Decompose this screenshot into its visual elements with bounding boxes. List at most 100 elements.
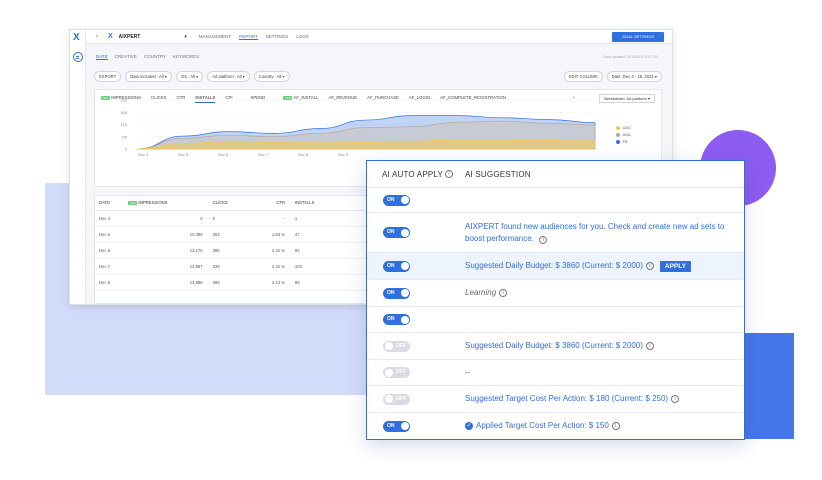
filter-bar: EXPORT Data included : All ▾ OS : All ▾ … bbox=[94, 70, 662, 82]
data-included-filter[interactable]: Data included : All ▾ bbox=[125, 70, 172, 82]
table-row: Dec 613,1753652.32 %92HK$ 13.09 bbox=[95, 242, 395, 259]
table-cell: 2.32 % bbox=[245, 242, 291, 259]
info-icon[interactable]: i bbox=[539, 235, 548, 244]
tab-creative[interactable]: CREATIVE bbox=[115, 54, 137, 60]
suggestion-text: -- bbox=[465, 367, 471, 377]
auto-apply-toggle[interactable]: OFF bbox=[383, 340, 410, 352]
tab-country[interactable]: COUNTRY bbox=[144, 54, 166, 60]
ai-suggestion-header: AI SUGGESTION bbox=[465, 169, 531, 179]
table-row: Dec 510,3892631.93 %47HK$ 16.65 bbox=[95, 226, 395, 243]
auto-apply-toggle[interactable]: OFF bbox=[383, 367, 410, 378]
chart-legend: UAC ASA FB bbox=[615, 124, 631, 145]
metric-tab-cpi[interactable]: CPI bbox=[225, 95, 232, 103]
table-cell: 103 bbox=[290, 258, 337, 275]
ai-row-5: ON bbox=[367, 307, 744, 333]
country-filter[interactable]: Country : All ▾ bbox=[253, 70, 290, 82]
nav-management[interactable]: MANAGEMENT bbox=[199, 34, 231, 40]
suggestion-text: Learning i bbox=[465, 287, 744, 299]
nav-report[interactable]: REPORT bbox=[239, 34, 258, 40]
tab-date[interactable]: DATE bbox=[96, 54, 108, 60]
metric-tab-clicks[interactable]: CLICKS bbox=[151, 95, 167, 103]
info-icon[interactable]: i bbox=[645, 342, 654, 350]
auto-apply-toggle[interactable]: ON bbox=[383, 194, 410, 206]
legend-item-asa: ASA bbox=[615, 131, 631, 138]
col-date[interactable]: DATE bbox=[95, 196, 125, 211]
metric-tab-af-purchase[interactable]: AF_PURCHASE bbox=[367, 95, 399, 103]
left-rail: X bbox=[70, 30, 86, 304]
table-cell: Dec 8 bbox=[95, 274, 125, 291]
ai-row-8: OFF Suggested Target Cost Per Action: $ … bbox=[367, 386, 744, 413]
x-tick-label: Dec 7 bbox=[258, 152, 269, 157]
col-installs[interactable]: INSTALLS bbox=[290, 196, 337, 211]
nav-logs[interactable]: LOGS bbox=[296, 34, 309, 40]
account-dropdown-caret-icon[interactable]: ▾ bbox=[184, 34, 187, 40]
edit-column-button[interactable]: EDIT COLUMN bbox=[563, 70, 603, 82]
metric-tab-impressions[interactable]: AVG IMPRESSIONS bbox=[101, 95, 141, 103]
ad-platform-filter[interactable]: Ad platform : All ▾ bbox=[207, 70, 250, 82]
table-cell: 2.32 % bbox=[245, 258, 291, 275]
info-icon[interactable]: i bbox=[611, 422, 620, 430]
date-range-picker[interactable]: Date: Dec 4 - 15, 2021 ▾ bbox=[606, 70, 662, 82]
metric-tab-af-install[interactable]: AVG AF_INSTALL bbox=[283, 95, 318, 103]
goal-settings-button[interactable]: GOAL SETTINGS bbox=[611, 32, 664, 42]
os-filter[interactable]: OS : All ▾ bbox=[175, 70, 204, 82]
metric-tab-spend[interactable]: SPEND bbox=[251, 95, 266, 103]
table-cell: 339 bbox=[208, 258, 246, 275]
suggestion-text: Suggested Target Cost Per Action: $ 180 … bbox=[465, 393, 744, 405]
col-ctr[interactable]: CTR bbox=[245, 196, 291, 211]
info-icon[interactable]: i bbox=[645, 262, 654, 270]
nav-settings[interactable]: SETTINGS bbox=[266, 34, 289, 40]
table-row: Dec 813,5862892.13 %89HK$ 10.58 bbox=[95, 274, 395, 291]
auto-apply-toggle[interactable]: ON bbox=[383, 227, 410, 238]
table-cell: 1 bbox=[290, 210, 337, 227]
table-cell: 263 bbox=[208, 226, 246, 243]
table-cell: - bbox=[245, 210, 291, 227]
suggestion-text: ✓ Applied Target Cost Per Action: $ 150 i bbox=[465, 420, 744, 432]
info-icon[interactable]: i bbox=[499, 289, 508, 297]
report-table: DATE AVG IMPRESSIONS CLICKS CTR INSTALLS … bbox=[95, 196, 395, 291]
metric-tab-ctr[interactable]: CTR bbox=[177, 95, 186, 103]
info-icon[interactable]: i bbox=[445, 170, 453, 178]
metric-tab-af-revenue[interactable]: AF_REVENUE bbox=[328, 95, 357, 103]
ai-panel-header: AI AUTO APPLY i AI SUGGESTION bbox=[367, 161, 744, 188]
ai-row-6: OFF Suggested Daily Budget: $ 3860 (Curr… bbox=[367, 333, 744, 360]
col-clicks[interactable]: CLICKS bbox=[208, 196, 246, 211]
y-tick-label: 165 bbox=[120, 110, 127, 115]
metric-tab-af-complete-registration[interactable]: AF_COMPLETE_REGISTRATION bbox=[440, 95, 506, 103]
breakdown-dropdown[interactable]: Breakdown: Ad platform ▾ bbox=[599, 94, 655, 103]
table-cell: 13,175 bbox=[124, 242, 209, 259]
brand-x-icon: X bbox=[108, 33, 113, 40]
auto-apply-toggle[interactable]: ON bbox=[383, 287, 410, 299]
logo-x-icon[interactable]: X bbox=[73, 32, 80, 43]
top-bar: ‹ X AIXPERT ▾ MANAGEMENT REPORT SETTINGS… bbox=[86, 30, 672, 44]
ai-row-1: ON bbox=[367, 188, 744, 213]
x-tick-label: Dec 5 bbox=[178, 152, 189, 157]
report-subtabs: DATE CREATIVE COUNTRY KEYWORDS bbox=[96, 54, 199, 60]
metric-tab-af-login[interactable]: AF_LOGIN bbox=[409, 95, 430, 103]
ai-row-4: ON Learning i bbox=[367, 280, 744, 307]
table-cell: Dec 6 bbox=[95, 242, 125, 259]
auto-apply-toggle[interactable]: ON bbox=[383, 314, 410, 325]
info-icon[interactable]: i bbox=[671, 395, 680, 403]
col-impressions[interactable]: AVG IMPRESSIONS bbox=[124, 196, 209, 211]
tab-keywords[interactable]: KEYWORDS bbox=[173, 54, 199, 60]
auto-apply-toggle[interactable]: ON bbox=[383, 420, 410, 432]
menu-icon[interactable] bbox=[73, 52, 83, 62]
y-tick-label: 110 bbox=[121, 122, 128, 127]
apply-button[interactable]: APPLY bbox=[659, 260, 691, 272]
table-cell: 14,587 bbox=[124, 258, 209, 275]
y-tick-label: 0 bbox=[125, 147, 128, 152]
metric-tab-installs[interactable]: INSTALLS bbox=[195, 95, 216, 103]
ai-row-3: ON Suggested Daily Budget: $ 3860 (Curre… bbox=[367, 253, 744, 280]
auto-apply-toggle[interactable]: OFF bbox=[383, 393, 410, 405]
auto-apply-toggle[interactable]: ON bbox=[383, 260, 410, 272]
table-cell: 2.13 % bbox=[245, 274, 291, 291]
back-chevron-icon[interactable]: ‹ bbox=[96, 34, 98, 40]
metric-next-chevron-icon[interactable]: › bbox=[573, 95, 575, 101]
table-cell: 0 bbox=[208, 210, 246, 227]
data-updated-text: Data updated: 12/15/2020 UTC+00 bbox=[603, 55, 658, 59]
table-cell: 365 bbox=[208, 242, 246, 259]
table-cell: 0 bbox=[124, 210, 209, 227]
export-button[interactable]: EXPORT bbox=[94, 70, 122, 82]
metric-tabs: AVG IMPRESSIONS CLICKS CTR INSTALLS CPI S… bbox=[101, 95, 506, 103]
